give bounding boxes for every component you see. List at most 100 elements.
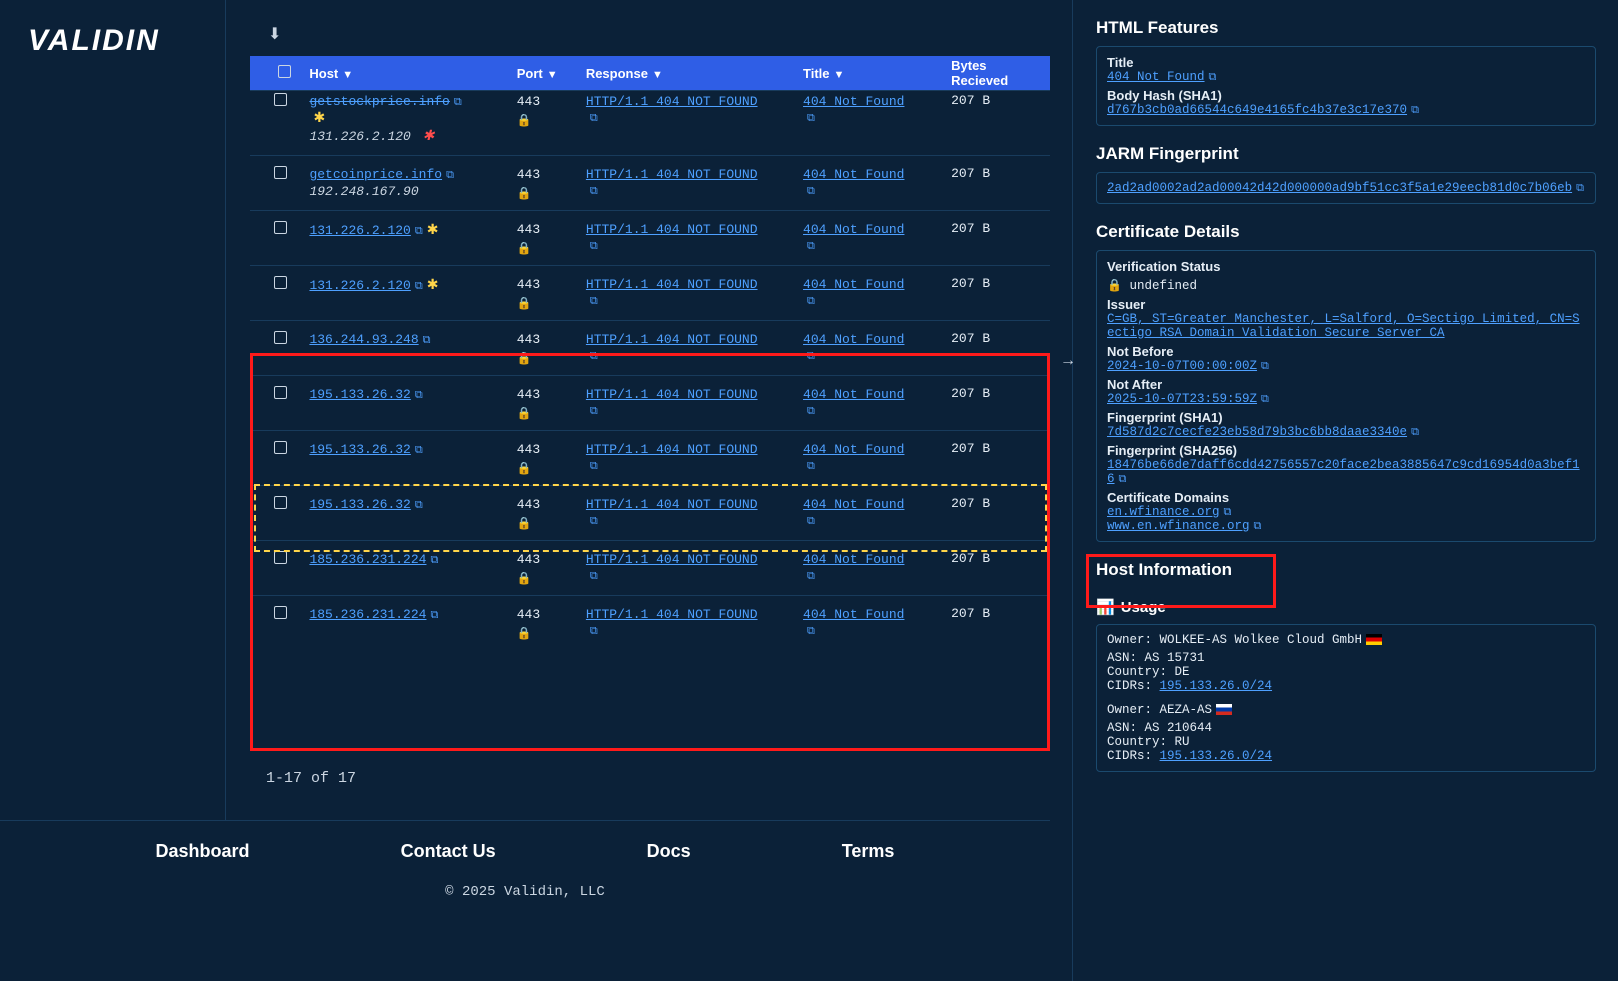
copy-icon[interactable]: ⧉	[1411, 427, 1419, 439]
copy-icon[interactable]: ⧉	[446, 169, 454, 181]
cert-issuer-link[interactable]: C=GB, ST=Greater Manchester, L=Salford, …	[1107, 312, 1580, 340]
row-checkbox[interactable]	[274, 276, 287, 289]
table-row[interactable]: getstockprice.info⧉✱ 131.226.2.120 ✱ 443…	[250, 90, 1050, 155]
row-checkbox[interactable]	[274, 606, 287, 619]
filter-icon[interactable]: ▼	[547, 69, 558, 81]
copy-icon[interactable]: ⧉	[1411, 105, 1419, 117]
cert-na-link[interactable]: 2025-10-07T23:59:59Z	[1107, 392, 1257, 406]
cert-nb-link[interactable]: 2024-10-07T00:00:00Z	[1107, 359, 1257, 373]
footer-docs[interactable]: Docs	[647, 841, 691, 862]
response-link[interactable]: HTTP/1.1 404 NOT FOUND	[586, 277, 758, 292]
copy-icon[interactable]: ⧉	[807, 515, 815, 527]
copy-icon[interactable]: ⧉	[415, 444, 423, 456]
copy-icon[interactable]: ⧉	[415, 280, 423, 292]
cidr1-link[interactable]: 195.133.26.0/24	[1160, 679, 1273, 693]
row-checkbox[interactable]	[274, 386, 287, 399]
select-all-checkbox[interactable]	[278, 65, 291, 78]
copy-icon[interactable]: ⧉	[590, 515, 598, 527]
copy-icon[interactable]: ⧉	[590, 112, 598, 124]
table-row[interactable]: 136.244.93.248⧉ 443 🔒 HTTP/1.1 404 NOT F…	[250, 320, 1050, 375]
footer-dashboard[interactable]: Dashboard	[156, 841, 250, 862]
copy-icon[interactable]: ⧉	[415, 499, 423, 511]
response-link[interactable]: HTTP/1.1 404 NOT FOUND	[586, 332, 758, 347]
response-link[interactable]: HTTP/1.1 404 NOT FOUND	[586, 387, 758, 402]
copy-icon[interactable]: ⧉	[807, 295, 815, 307]
table-row[interactable]: 195.133.26.32⧉ 443 🔒 HTTP/1.1 404 NOT FO…	[250, 485, 1050, 540]
bodyhash-value-link[interactable]: d767b3cb0ad66544c649e4165fc4b37e3c17e370	[1107, 103, 1407, 117]
row-checkbox[interactable]	[274, 441, 287, 454]
title-link[interactable]: 404 Not Found	[803, 222, 904, 237]
response-link[interactable]: HTTP/1.1 404 NOT FOUND	[586, 442, 758, 457]
response-link[interactable]: HTTP/1.1 404 NOT FOUND	[586, 222, 758, 237]
copy-icon[interactable]: ⧉	[590, 295, 598, 307]
filter-icon[interactable]: ▼	[834, 69, 845, 81]
copy-icon[interactable]: ⧉	[1261, 361, 1269, 373]
cidr2-link[interactable]: 195.133.26.0/24	[1160, 749, 1273, 763]
col-bytes[interactable]: Bytes Recieved	[951, 58, 1008, 88]
copy-icon[interactable]: ⧉	[415, 225, 423, 237]
cert-fp1-link[interactable]: 7d587d2c7cecfe23eb58d79b3bc6bb8daae3340e	[1107, 425, 1407, 439]
copy-icon[interactable]: ⧉	[807, 240, 815, 252]
title-link[interactable]: 404 Not Found	[803, 94, 904, 109]
copy-icon[interactable]: ⧉	[415, 389, 423, 401]
response-link[interactable]: HTTP/1.1 404 NOT FOUND	[586, 552, 758, 567]
host-link[interactable]: 195.133.26.32	[309, 442, 410, 457]
host-link[interactable]: 195.133.26.32	[309, 387, 410, 402]
copy-icon[interactable]: ⧉	[590, 570, 598, 582]
row-checkbox[interactable]	[274, 221, 287, 234]
footer-contact[interactable]: Contact Us	[401, 841, 496, 862]
host-link[interactable]: getcoinprice.info	[309, 167, 442, 182]
table-row[interactable]: 131.226.2.120⧉✱ 443 🔒 HTTP/1.1 404 NOT F…	[250, 265, 1050, 320]
row-checkbox[interactable]	[274, 496, 287, 509]
footer-terms[interactable]: Terms	[842, 841, 895, 862]
response-link[interactable]: HTTP/1.1 404 NOT FOUND	[586, 607, 758, 622]
host-link[interactable]: 131.226.2.120	[309, 278, 410, 293]
title-link[interactable]: 404 Not Found	[803, 277, 904, 292]
copy-icon[interactable]: ⧉	[590, 625, 598, 637]
copy-icon[interactable]: ⧉	[430, 554, 438, 566]
title-link[interactable]: 404 Not Found	[803, 332, 904, 347]
copy-icon[interactable]: ⧉	[807, 570, 815, 582]
row-checkbox[interactable]	[274, 331, 287, 344]
copy-icon[interactable]: ⧉	[1254, 521, 1262, 533]
copy-icon[interactable]: ⧉	[590, 185, 598, 197]
cert-fp256-link[interactable]: 18476be66de7daff6cdd42756557c20face2bea3…	[1107, 458, 1580, 486]
title-link[interactable]: 404 Not Found	[803, 497, 904, 512]
copy-icon[interactable]: ⧉	[807, 625, 815, 637]
host-link[interactable]: 131.226.2.120	[309, 223, 410, 238]
title-link[interactable]: 404 Not Found	[803, 442, 904, 457]
response-link[interactable]: HTTP/1.1 404 NOT FOUND	[586, 94, 758, 109]
col-title[interactable]: Title	[803, 66, 830, 81]
title-link[interactable]: 404 Not Found	[803, 607, 904, 622]
col-port[interactable]: Port	[517, 66, 543, 81]
host-link[interactable]: 185.236.231.224	[309, 552, 426, 567]
copy-icon[interactable]: ⧉	[590, 405, 598, 417]
table-row[interactable]: 185.236.231.224⧉ 443 🔒 HTTP/1.1 404 NOT …	[250, 540, 1050, 595]
table-row[interactable]: 131.226.2.120⧉✱ 443 🔒 HTTP/1.1 404 NOT F…	[250, 210, 1050, 265]
download-icon[interactable]: ⬇	[268, 24, 281, 44]
response-link[interactable]: HTTP/1.1 404 NOT FOUND	[586, 497, 758, 512]
host-link[interactable]: 185.236.231.224	[309, 607, 426, 622]
copy-icon[interactable]: ⧉	[590, 240, 598, 252]
filter-icon[interactable]: ▼	[652, 69, 663, 81]
copy-icon[interactable]: ⧉	[1224, 507, 1232, 519]
copy-icon[interactable]: ⧉	[1119, 474, 1127, 486]
cert-dom2-link[interactable]: www.en.wfinance.org	[1107, 519, 1250, 533]
title-link[interactable]: 404 Not Found	[803, 387, 904, 402]
copy-icon[interactable]: ⧉	[1576, 183, 1584, 195]
host-link[interactable]: 136.244.93.248	[309, 332, 418, 347]
col-host[interactable]: Host	[309, 66, 338, 81]
copy-icon[interactable]: ⧉	[807, 350, 815, 362]
row-checkbox[interactable]	[274, 551, 287, 564]
response-link[interactable]: HTTP/1.1 404 NOT FOUND	[586, 167, 758, 182]
row-checkbox[interactable]	[274, 166, 287, 179]
arrow-right-icon[interactable]: →	[1060, 352, 1076, 370]
copy-icon[interactable]: ⧉	[590, 350, 598, 362]
copy-icon[interactable]: ⧉	[807, 460, 815, 472]
table-row[interactable]: 195.133.26.32⧉ 443 🔒 HTTP/1.1 404 NOT FO…	[250, 375, 1050, 430]
table-row[interactable]: 195.133.26.32⧉ 443 🔒 HTTP/1.1 404 NOT FO…	[250, 430, 1050, 485]
copy-icon[interactable]: ⧉	[1209, 72, 1217, 84]
title-value-link[interactable]: 404 Not Found	[1107, 70, 1205, 84]
copy-icon[interactable]: ⧉	[807, 405, 815, 417]
copy-icon[interactable]: ⧉	[807, 112, 815, 124]
